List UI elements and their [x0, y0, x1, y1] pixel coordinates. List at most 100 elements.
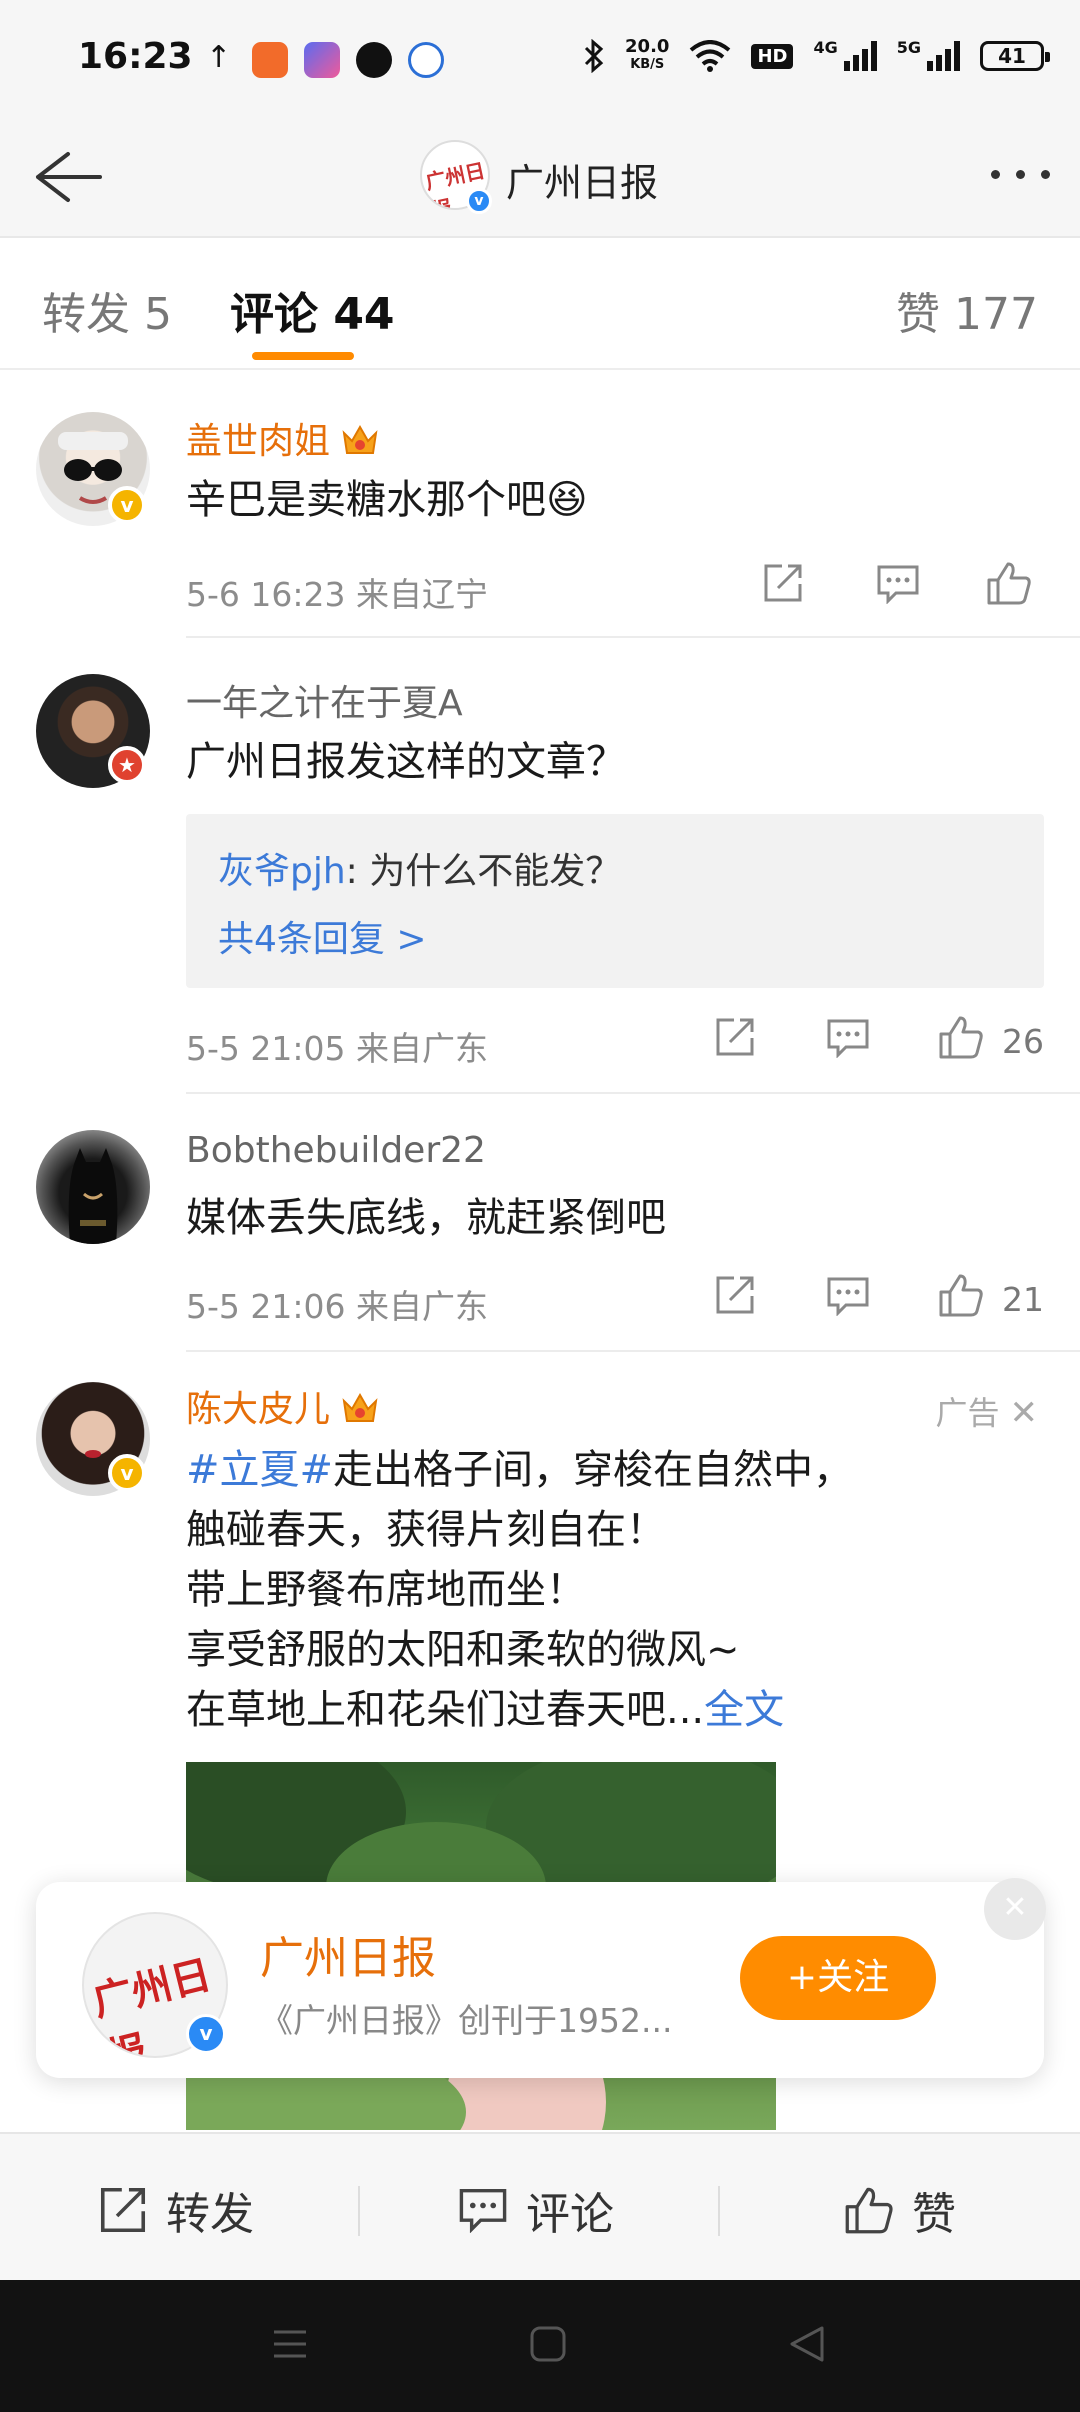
back-nav-icon[interactable] [786, 2324, 834, 2364]
network-type-2: 5G [896, 38, 921, 57]
comment-meta: 5-6 16:23 来自辽宁 [186, 575, 488, 614]
reply-preview: 灰爷pjh: 为什么不能发？ [218, 842, 621, 894]
comment-username[interactable]: 一年之计在于夏A [186, 674, 463, 726]
comment-text: 广州日报发这样的文章？ [186, 739, 626, 785]
comment-text: 媒体丢失底线，就赶紧倒吧 [186, 1195, 666, 1241]
divider [358, 2186, 360, 2236]
battery-icon: 41 [980, 41, 1050, 71]
tab-bar: 转发 5 评论 44 赞 177 [0, 240, 1080, 370]
like-icon[interactable] [938, 1014, 984, 1060]
verified-yellow-badge-icon: v [108, 1454, 146, 1492]
speed-value: 20.0 [625, 36, 670, 57]
reply-text: : 为什么不能发？ [345, 851, 622, 892]
page-title[interactable]: 广州日报 [506, 152, 658, 207]
comment-meta: 5-5 21:05 来自广东 [186, 1029, 488, 1068]
verified-badge-icon: v [466, 188, 492, 214]
app-notification-icon [252, 42, 288, 78]
active-tab-indicator [252, 352, 354, 360]
network-type-1: 4G [813, 38, 838, 57]
status-time: 16:23 [78, 36, 193, 77]
follow-recommendation-card: 广州日报 v 广州日报 《广州日报》创刊于1952... +关注 ✕ [36, 1878, 1046, 2078]
comment-icon[interactable] [876, 564, 920, 604]
comment-item: v 盖世肉姐 辛巴是卖糖水那个吧😆 5-6 16:23 来自辽宁 [0, 370, 1080, 638]
upload-arrow-icon: ↑ [206, 40, 232, 75]
reply-username[interactable]: 灰爷pjh [218, 851, 346, 892]
hashtag-link[interactable]: #立夏# [186, 1447, 333, 1493]
comment-icon[interactable] [826, 1018, 870, 1058]
view-all-replies-link[interactable]: 共4条回复 > [218, 910, 427, 962]
ad-label-text: 广告 [935, 1394, 1000, 1432]
follow-button[interactable]: +关注 [740, 1936, 936, 2020]
tab-comments[interactable]: 评论 44 [230, 278, 395, 342]
more-menu-icon[interactable] [991, 170, 1050, 179]
ad-text-line-5: 在草地上和花朵们过春天吧...全文 [186, 1680, 784, 1740]
like-icon [845, 2187, 893, 2234]
ad-label[interactable]: 广告 ✕ [935, 1388, 1038, 1434]
comment-item: Bobthebuilder22 媒体丢失底线，就赶紧倒吧 5-5 21:06 来… [0, 1094, 1080, 1352]
ad-text-line-3: 带上野餐布席地而坐！ [186, 1567, 586, 1613]
reply-preview-box[interactable]: 灰爷pjh: 为什么不能发？ 共4条回复 > [186, 814, 1044, 988]
follow-account-desc: 《广州日报》创刊于1952... [260, 2001, 673, 2040]
bottom-action-bar: 转发 评论 赞 [0, 2132, 1080, 2280]
comment-item: ★ 一年之计在于夏A 广州日报发这样的文章？ 灰爷pjh: 为什么不能发？ 共4… [0, 638, 1080, 1094]
comment-icon [459, 2188, 507, 2233]
system-navigation-bar [0, 2280, 1080, 2412]
ad-close-icon[interactable]: ✕ [1010, 1393, 1039, 1433]
signal-1-icon [843, 41, 877, 71]
repost-icon[interactable] [714, 1016, 756, 1058]
username-text: 盖世肉姐 [186, 421, 331, 462]
ad-text-line-4: 享受舒服的太阳和柔软的微风~ [186, 1627, 740, 1673]
follow-account-name[interactable]: 广州日报 [260, 1922, 436, 1986]
repost-icon[interactable] [714, 1274, 756, 1316]
username-text: 陈大皮儿 [186, 1389, 331, 1430]
verified-badge-icon: v [186, 2014, 226, 2054]
bluetooth-icon [584, 39, 604, 73]
comment-meta: 5-5 21:06 来自广东 [186, 1287, 488, 1326]
verified-red-badge-icon: ★ [108, 746, 146, 784]
comment-label: 评论 [526, 2189, 614, 2240]
comment-text: 辛巴是卖糖水那个吧😆 [186, 477, 588, 523]
divider [718, 2186, 720, 2236]
wifi-icon [690, 40, 731, 72]
comment-icon[interactable] [826, 1276, 870, 1316]
repost-label: 转发 [166, 2189, 254, 2240]
ad-text-line-1: #立夏#走出格子间，穿梭在自然中， [186, 1440, 853, 1500]
full-text-link[interactable]: 全文 [704, 1687, 784, 1733]
repost-icon[interactable] [762, 562, 804, 604]
home-icon[interactable] [528, 2324, 568, 2364]
comment-username[interactable]: 盖世肉姐 [186, 412, 380, 464]
app-notification-icon [408, 42, 444, 78]
recents-menu-icon[interactable] [270, 2324, 310, 2364]
close-icon[interactable]: ✕ [984, 1878, 1046, 1940]
vip-crown-icon [342, 424, 378, 454]
tab-repost[interactable]: 转发 5 [42, 278, 172, 342]
verified-yellow-badge-icon: v [108, 486, 146, 524]
ad-text-line-2: 触碰春天，获得片刻自在！ [186, 1507, 666, 1553]
vip-crown-icon [342, 1392, 378, 1422]
avatar[interactable] [36, 1130, 150, 1244]
back-arrow-icon[interactable] [28, 142, 108, 212]
like-icon[interactable] [986, 560, 1032, 606]
hd-voice-icon: HD [751, 43, 794, 69]
comment-username[interactable]: Bobthebuilder22 [186, 1130, 486, 1171]
ad-text: 走出格子间，穿梭在自然中， [333, 1447, 854, 1493]
app-notification-icon [304, 42, 340, 78]
status-bar: 16:23 ↑ 20.0 KB/S HD 4G 5G 41 [0, 0, 1080, 120]
ad-text: 在草地上和花朵们过春天吧... [186, 1687, 705, 1733]
repost-icon [100, 2187, 146, 2233]
batman-avatar-image [68, 1148, 118, 1244]
like-icon[interactable] [938, 1272, 984, 1318]
like-count: 21 [1002, 1280, 1044, 1319]
comment-username[interactable]: 陈大皮儿 [186, 1380, 380, 1432]
like-button[interactable]: 赞 [844, 2178, 956, 2242]
status-right-group: 20.0 KB/S HD 4G 5G 41 [583, 38, 1050, 74]
speed-unit: KB/S [630, 57, 665, 72]
app-notification-icon [356, 42, 392, 78]
tab-likes[interactable]: 赞 177 [896, 278, 1038, 342]
like-label: 赞 [912, 2189, 956, 2240]
comment-button[interactable]: 评论 [458, 2178, 614, 2242]
repost-button[interactable]: 转发 [98, 2178, 254, 2242]
network-speed: 20.0 KB/S [625, 38, 669, 74]
like-count: 26 [1002, 1022, 1044, 1061]
signal-2-icon [927, 41, 960, 71]
